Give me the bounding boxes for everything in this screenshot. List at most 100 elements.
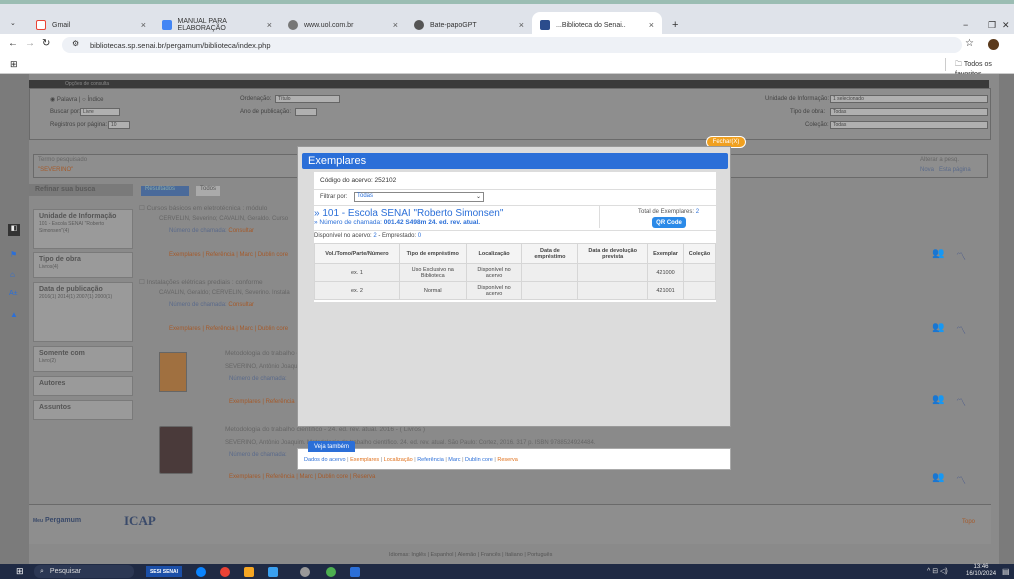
address-toolbar: ← → ↻ ⚙ bibliotecas.sp.senai.br/pergamum… — [0, 34, 1014, 56]
site-info-icon[interactable]: ⚙ — [72, 39, 79, 48]
unit-select[interactable]: 1 selecionado — [830, 95, 988, 103]
app-icon[interactable] — [326, 567, 336, 577]
refine-group-authors[interactable]: Autores — [33, 376, 133, 396]
refine-group-only[interactable]: Somente com Livro(2) — [33, 346, 133, 372]
taskbar-search[interactable]: ⌕ Pesquisar — [34, 565, 134, 578]
result-links[interactable]: Exemplares | Referência | Marc | Dublin … — [169, 326, 288, 332]
close-icon[interactable]: × — [267, 20, 272, 30]
result-title[interactable]: Metodologia do trabalho científico - 24.… — [225, 426, 425, 433]
windows-start-icon[interactable]: ⊞ — [16, 566, 24, 577]
back-icon[interactable]: ← — [8, 38, 18, 49]
book-cover-image[interactable] — [159, 426, 193, 474]
settings-icon[interactable] — [300, 567, 310, 577]
result-title[interactable]: ☐ Instalações elétricas prediais : confo… — [139, 278, 263, 286]
order-select[interactable]: Título — [275, 95, 340, 103]
group-items[interactable]: Livros(4) — [39, 264, 58, 270]
link-localizacao[interactable]: Localização — [384, 457, 413, 463]
year-input[interactable] — [295, 108, 317, 116]
result-title[interactable]: ☐ Cursos básicos em eletrotécnica : módu… — [139, 204, 267, 212]
home-icon[interactable]: ⌂ — [10, 270, 15, 279]
link-referencia[interactable]: Referência — [417, 457, 444, 463]
this-page-link[interactable]: Esta página — [939, 167, 971, 173]
close-icon[interactable]: × — [519, 20, 524, 30]
panel-toggle-icon[interactable]: ◧ — [8, 224, 20, 236]
library-name[interactable]: » 101 - Escola SENAI "Roberto Simonsen" — [314, 208, 503, 219]
see-also-tab: Veja também — [308, 441, 356, 452]
chrome-icon[interactable] — [220, 567, 230, 577]
search-by-select[interactable]: Livre — [80, 108, 120, 116]
group-icon[interactable]: 👥 — [932, 394, 944, 405]
link-reserva[interactable]: Reserva — [497, 457, 517, 463]
refine-group-date[interactable]: Data de publicação 2016(1) 2014(1) 2007(1… — [33, 282, 133, 342]
call-link[interactable]: Consultar — [228, 302, 254, 308]
column-header: Vol./Tomo/Parte/Número — [314, 243, 400, 264]
top-link[interactable]: Topo — [962, 519, 975, 525]
sesi-senai-icon[interactable]: SESI SENAI — [146, 566, 182, 577]
link-dublin-core[interactable]: Dublin core — [465, 457, 493, 463]
docs-icon — [162, 20, 172, 30]
tab-results[interactable]: Resultados — [141, 186, 189, 196]
close-icon[interactable]: × — [141, 20, 146, 30]
link-marc[interactable]: Marc — [448, 457, 460, 463]
qr-code-button[interactable]: QR Code — [652, 217, 686, 228]
cell-volume: ex. 2 — [314, 281, 400, 300]
link-dados-acervo[interactable]: Dados do acervo — [304, 457, 346, 463]
result-links[interactable]: Exemplares | Referência | Marc | Dublin … — [229, 474, 375, 480]
profile-avatar[interactable] — [988, 39, 999, 50]
radio-word[interactable]: ◉ Palavra | ○ Índice — [50, 96, 103, 103]
refine-group-unit[interactable]: Unidade de Informação 101 - Escola SENAI … — [33, 209, 133, 249]
group-icon[interactable]: 👥 — [932, 322, 944, 333]
result-author: SEVERINO, Antônio Joaquim. — [225, 364, 306, 370]
search-placeholder: Pesquisar — [49, 568, 82, 575]
modal-title: Exemplares — [302, 153, 728, 169]
book-cover-image[interactable] — [159, 352, 187, 392]
chart-icon[interactable]: 〽 — [956, 472, 966, 487]
per-page-select[interactable]: 10 — [108, 121, 130, 129]
clock[interactable]: 13:46 16/10/2024 — [966, 564, 996, 578]
apps-grid-icon[interactable]: ⊞ — [10, 59, 18, 70]
cell-collection — [683, 281, 716, 300]
files-icon[interactable] — [244, 567, 254, 577]
group-icon[interactable]: 👥 — [932, 248, 944, 259]
chart-icon[interactable]: 〽 — [956, 322, 966, 337]
refine-group-subjects[interactable]: Assuntos — [33, 400, 133, 420]
tray-icons[interactable]: ^ ⊟ ◁) — [927, 567, 948, 575]
search-options-header: Opções de consulta — [29, 80, 989, 88]
notification-icon[interactable]: ▤ — [1002, 567, 1010, 576]
type-select[interactable]: Todas — [830, 108, 988, 116]
collection-label: Coleção: — [805, 122, 829, 128]
tab-all[interactable]: Todos — [196, 186, 220, 196]
refine-group-type[interactable]: Tipo de obra Livros(4) — [33, 252, 133, 278]
result-links[interactable]: Exemplares | Referência | Marc | Dublin … — [169, 252, 288, 258]
up-arrow-icon[interactable]: ▲ — [10, 310, 18, 319]
see-also-bar: Dados do acervo | Exemplares | Localizaç… — [297, 448, 731, 470]
forward-icon[interactable]: → — [25, 38, 35, 49]
close-icon[interactable]: × — [649, 20, 654, 30]
tab-list-chevron-icon[interactable]: ⌄ — [2, 10, 20, 36]
alter-search-label: Alterar a pesq. — [920, 157, 960, 163]
collection-select[interactable]: Todas — [830, 121, 988, 129]
group-items[interactable]: 101 - Escola SENAI "Roberto Simonsen"(4) — [39, 221, 104, 234]
reload-icon[interactable]: ↻ — [42, 38, 50, 49]
edge-icon[interactable] — [196, 567, 206, 577]
languages-bar[interactable]: Idiomas: Inglês | Espanhol | Alemão | Fr… — [389, 552, 552, 558]
store-icon[interactable] — [268, 567, 278, 577]
chart-icon[interactable]: 〽 — [956, 248, 966, 263]
link-exemplares[interactable]: Exemplares — [350, 457, 379, 463]
accessibility-icon[interactable]: ⚑ — [10, 250, 17, 259]
group-items[interactable]: Livro(2) — [39, 358, 56, 364]
bookmark-star-icon[interactable]: ☆ — [965, 38, 974, 49]
group-items[interactable]: 2016(1) 2014(1) 2007(1) 2000(1) — [39, 294, 112, 300]
result-links[interactable]: Exemplares | Referência — [229, 399, 295, 405]
close-icon[interactable]: × — [393, 20, 398, 30]
url-field[interactable]: ⚙ bibliotecas.sp.senai.br/pergamum/bibli… — [62, 37, 962, 53]
group-icon[interactable]: 👥 — [932, 472, 944, 483]
filter-select[interactable]: Todas ⌄ — [354, 192, 484, 202]
call-link[interactable]: Consultar — [228, 228, 254, 234]
tab-label: www.uol.com.br — [304, 21, 354, 29]
chart-icon[interactable]: 〽 — [956, 394, 966, 409]
font-size-icon[interactable]: A± — [9, 290, 18, 297]
new-search-link[interactable]: Nova — [920, 167, 934, 173]
word-icon[interactable] — [350, 567, 360, 577]
refine-title: Refinar sua busca — [29, 184, 133, 196]
